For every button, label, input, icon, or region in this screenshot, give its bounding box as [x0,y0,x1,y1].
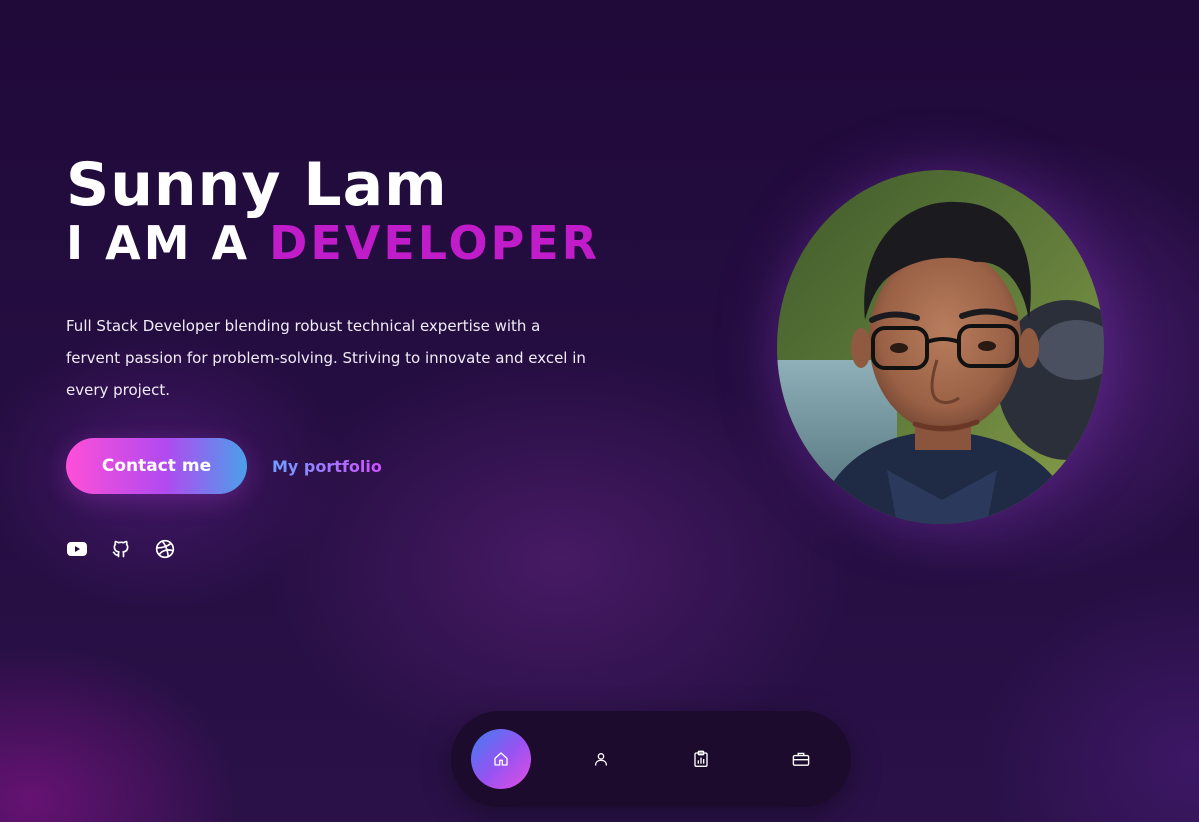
nav-home[interactable] [471,729,531,789]
portrait-illustration [777,170,1104,524]
hero-name: Sunny Lam [66,150,448,220]
nav-resume[interactable] [671,729,731,789]
github-icon[interactable] [110,538,132,560]
hero-description: Full Stack Developer blending robust tec… [66,317,586,399]
hero-role-prefix: I AM A [66,216,270,270]
nav-portfolio[interactable] [771,729,831,789]
clipboard-chart-icon [694,750,708,768]
nav-about[interactable] [571,729,631,789]
hero-actions: Contact me My portfolio [66,438,626,494]
youtube-icon[interactable] [66,538,88,560]
bottom-nav [451,711,851,807]
hero-role: I AM A DEVELOPER [66,212,626,274]
social-links [66,538,626,560]
user-icon [595,753,607,766]
home-icon [494,752,508,766]
hero-section: Sunny Lam I AM A DEVELOPER Full Stack De… [66,150,626,560]
profile-portrait [777,170,1104,524]
dribbble-icon[interactable] [154,538,176,560]
contact-me-button[interactable]: Contact me [66,438,247,494]
my-portfolio-link[interactable]: My portfolio [272,457,382,476]
hero-role-highlight: DEVELOPER [269,216,601,270]
briefcase-icon [792,752,810,766]
